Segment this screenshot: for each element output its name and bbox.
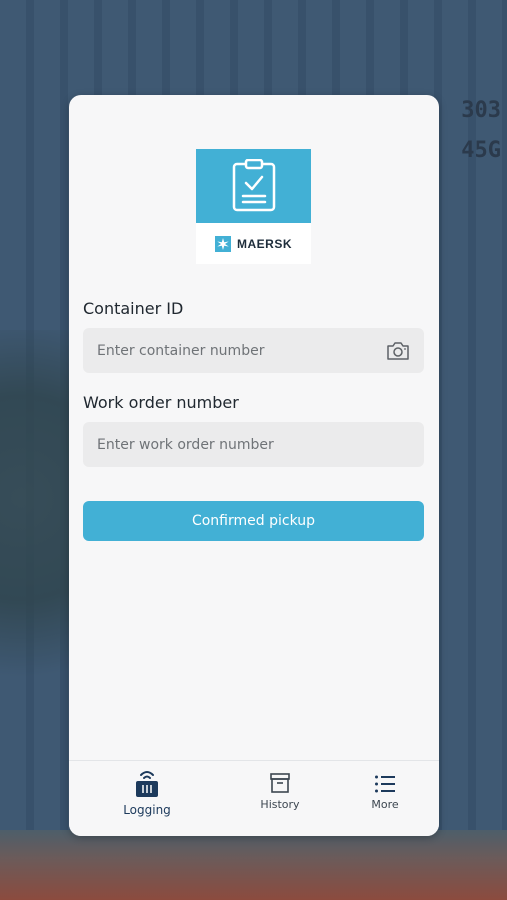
container-id-placeholder: Enter container number: [97, 342, 265, 359]
brand-name: MAERSK: [236, 236, 292, 251]
confirmed-pickup-button[interactable]: Confirmed pickup: [83, 501, 424, 541]
logo-banner: [196, 149, 311, 223]
tab-logging[interactable]: Logging: [117, 761, 177, 836]
logo-brand-row: MAERSK: [196, 223, 311, 264]
work-order-label: Work order number: [83, 393, 239, 412]
camera-icon[interactable]: [386, 341, 410, 361]
container-code-1: 303: [461, 98, 501, 123]
work-order-input[interactable]: Enter work order number: [83, 422, 424, 467]
clipboard-check-icon: [232, 159, 275, 212]
tab-more-label: More: [371, 798, 399, 811]
container-code-2: 45G: [461, 138, 501, 163]
maersk-star-icon: [214, 235, 231, 252]
maersk-logo: MAERSK: [196, 149, 311, 264]
bottom-tab-bar: Logging History More: [69, 760, 439, 836]
container-id-label: Container ID: [83, 299, 184, 318]
work-order-placeholder: Enter work order number: [97, 436, 274, 453]
container-id-input[interactable]: Enter container number: [83, 328, 424, 373]
tab-logging-label: Logging: [123, 803, 171, 817]
login-card: MAERSK Container ID Enter container numb…: [69, 95, 439, 836]
tab-more[interactable]: More: [355, 761, 415, 836]
tab-history-label: History: [260, 798, 300, 811]
logging-icon: [136, 771, 158, 797]
tab-history[interactable]: History: [250, 761, 310, 836]
archive-icon: [270, 773, 290, 793]
list-icon: [375, 775, 395, 793]
